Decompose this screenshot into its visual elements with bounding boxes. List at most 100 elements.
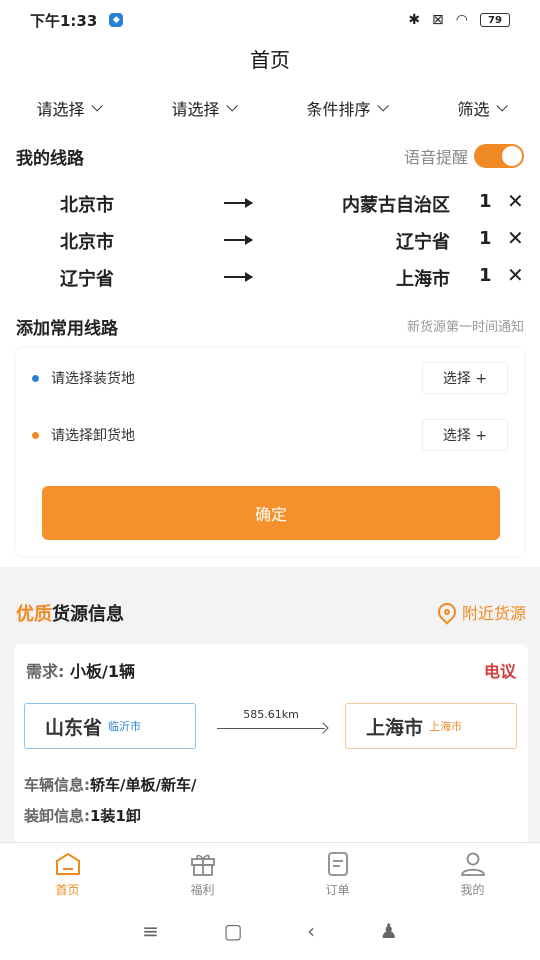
choose-load-button[interactable]: 选择 + [422,362,508,394]
tab-home[interactable]: 首页 [0,843,135,902]
chevron-down-icon [225,100,238,112]
quality-cargo-title: 优质货源信息 [16,600,124,626]
origin-box: 山东省 临沂市 [24,703,196,749]
back-icon[interactable]: ‹ [307,919,315,943]
status-time: 下午1:33 [30,11,98,30]
tab-mine[interactable]: 我的 [405,843,540,902]
route-row: 辽宁省 上海市 1 ✕ [0,259,540,295]
app-notification-icon: ◆ [109,13,124,27]
destination-box: 上海市 上海市 [345,703,517,749]
route-row: 北京市 辽宁省 1 ✕ [0,222,540,258]
route-row: 北京市 内蒙古自治区 1 ✕ [0,185,540,221]
load-placeholder: 请选择装货地 [51,371,135,387]
toggle-knob [502,146,522,166]
filter-label: 筛选 [457,100,490,119]
title-highlight: 优质 [16,604,52,625]
chevron-down-icon [90,100,103,112]
arrow-right-icon [224,198,253,208]
choose-unload-button[interactable]: 选择 + [422,419,508,451]
location-pin-icon [434,599,460,625]
route-to: 内蒙古自治区 [342,195,450,216]
bottom-tab-bar: 首页 福利 订单 我的 [0,842,540,902]
gift-icon [188,849,218,879]
menu-icon[interactable]: ≡ [142,919,159,943]
filter-label: 请选择 [36,100,85,119]
origin-province: 山东省 [45,716,103,739]
nearby-label: 附近货源 [461,604,526,623]
route-from: 北京市 [60,195,114,216]
chevron-down-icon [376,100,389,112]
add-route-hint: 新货源第一时间通知 [406,320,524,335]
add-route-card: 请选择装货地 选择 + 请选择卸货地 选择 + 确定 [16,348,524,556]
route-from: 辽宁省 [60,269,114,290]
filter-label: 条件排序 [306,100,371,119]
nearby-cargo-link[interactable]: 附近货源 [434,599,526,625]
unload-placeholder: 请选择卸货地 [51,428,135,444]
page-title: 首页 [0,40,540,86]
unload-location-row[interactable]: 请选择卸货地 选择 + [32,415,508,455]
close-icon[interactable]: ✕ [507,226,524,250]
tab-label: 福利 [190,883,215,897]
filter-screen[interactable]: 筛选 [457,96,508,120]
destination-province: 上海市 [366,716,424,739]
destination-city: 上海市 [429,720,463,733]
tab-orders[interactable]: 订单 [270,843,405,902]
arrow-right-icon [224,235,253,245]
cargo-need: 需求: 小板/1辆 [26,658,135,682]
filter-sort[interactable]: 条件排序 [306,96,389,120]
arrow-right-icon [217,728,325,729]
home-icon [53,849,83,879]
route-to: 辽宁省 [396,232,450,253]
status-bar: 下午1:33 ◆ ✱ ⊠ ◠ 79 [0,0,540,40]
need-label: 需求: [26,662,65,681]
load-location-row[interactable]: 请选择装货地 选择 + [32,358,508,398]
user-icon [458,849,488,879]
confirm-button[interactable]: 确定 [42,486,500,540]
filter-destination[interactable]: 请选择 [171,96,238,120]
order-icon [323,849,353,879]
route-count: 1 [479,228,492,249]
filter-bar: 请选择 请选择 条件排序 筛选 [0,86,540,130]
tab-welfare[interactable]: 福利 [135,843,270,902]
route-to: 上海市 [396,269,450,290]
wifi-icon: ◠ [455,12,468,28]
bluetooth-icon: ✱ [408,12,421,28]
cargo-price: 电议 [483,662,516,681]
battery-icon: 79 [480,13,510,27]
orange-dot-icon [32,431,39,439]
arrow-right-icon [224,272,253,282]
route-count: 1 [479,191,492,212]
voice-reminder: 语音提醒 [404,144,524,168]
filter-label: 请选择 [171,100,220,119]
vehicle-value: 轿车/单板/新车/ [90,776,197,794]
need-value: 小板/1辆 [69,662,135,681]
close-icon[interactable]: ✕ [507,263,524,287]
voice-reminder-label: 语音提醒 [403,148,468,167]
load-label: 装卸信息: [24,807,90,825]
vehicle-label: 车辆信息: [24,776,90,794]
route-from: 北京市 [60,232,114,253]
status-icons: ✱ ⊠ ◠ 79 [408,12,510,28]
add-route-title: 添加常用线路 [16,319,118,339]
my-routes-title: 我的线路 [16,149,84,169]
load-value: 1装1卸 [90,807,141,825]
home-square-icon[interactable]: ▢ [224,919,243,943]
blue-dot-icon [32,374,39,382]
chevron-down-icon [495,100,508,112]
filter-origin[interactable]: 请选择 [36,96,103,120]
origin-city: 临沂市 [108,720,142,733]
vehicle-info: 车辆信息:轿车/单板/新车/ [24,774,196,795]
system-nav-bar: ≡ ▢ ‹ ♟ [0,902,540,960]
distance-label: 585.61km [243,708,299,721]
voice-reminder-toggle[interactable] [474,144,524,168]
load-info: 装卸信息:1装1卸 [24,805,141,826]
accessibility-icon[interactable]: ♟ [380,919,398,943]
close-icon[interactable]: ✕ [507,189,524,213]
tab-label: 首页 [55,883,80,897]
sim-icon: ⊠ [432,12,444,28]
tab-label: 我的 [460,883,485,897]
title-rest: 货源信息 [52,604,124,625]
cargo-card[interactable]: 需求: 小板/1辆 电议 山东省 临沂市 585.61km 上海市 上海市 车辆… [14,644,528,844]
route-count: 1 [479,265,492,286]
tab-label: 订单 [325,883,350,897]
